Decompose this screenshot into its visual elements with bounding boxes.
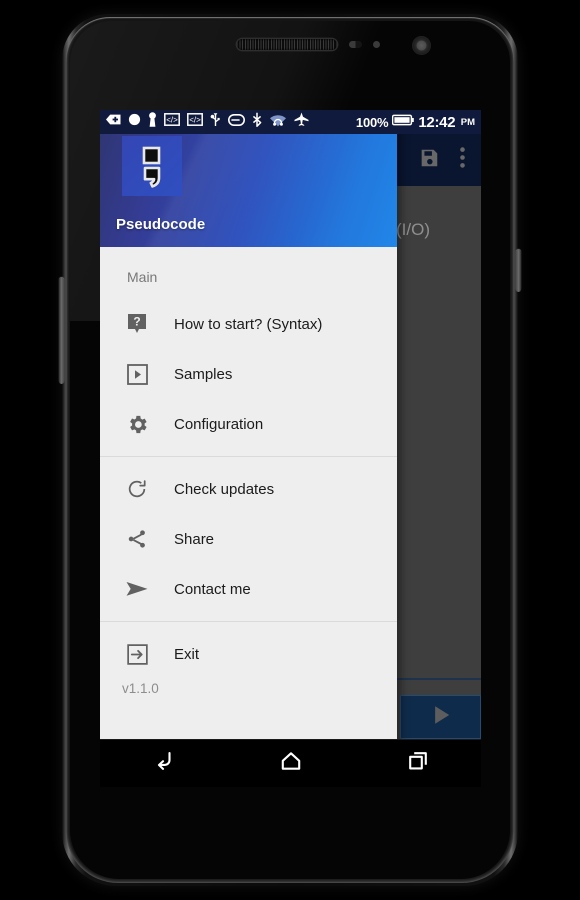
drawer-item-label: Samples — [174, 365, 233, 383]
back-arrow-icon — [106, 113, 121, 131]
key-icon — [148, 112, 157, 132]
drawer-item-how-to-start[interactable]: ? How to start? (Syntax) — [100, 299, 397, 349]
drawer-item-contact-me[interactable]: Contact me — [100, 564, 397, 614]
drawer-item-exit[interactable]: Exit — [100, 629, 397, 679]
send-paper-plane-icon — [122, 578, 152, 600]
airplane-mode-icon — [294, 112, 309, 132]
drawer-item-check-updates[interactable]: Check updates — [100, 464, 397, 514]
drawer-item-label: Exit — [174, 645, 200, 663]
status-bar-left-icons: </> </> — [100, 112, 356, 132]
wifi-headphones-icon — [269, 113, 287, 132]
status-clock-period: PM — [460, 116, 475, 128]
drawer-item-label: Check updates — [174, 480, 275, 498]
update-refresh-icon — [122, 478, 152, 500]
drawer-divider — [100, 621, 397, 622]
status-bar: </> </> 100% 12:42 PM — [100, 110, 481, 134]
status-clock: 12:42 — [418, 113, 456, 131]
svg-text:?: ? — [133, 315, 140, 329]
circle-icon — [128, 113, 141, 131]
semicolon-logo-icon — [122, 136, 182, 196]
power-button[interactable] — [516, 250, 521, 292]
usb-icon — [210, 112, 221, 132]
navigation-drawer: Pseudocode Main ? How to start? (Syntax) — [100, 110, 397, 786]
volume-rocker-button[interactable] — [59, 278, 64, 384]
share-icon — [122, 528, 152, 550]
drawer-item-label: Configuration — [174, 415, 264, 433]
svg-text:</>: </> — [189, 116, 201, 125]
back-icon — [151, 748, 177, 779]
home-icon — [278, 748, 304, 779]
gear-icon — [122, 413, 152, 436]
drawer-item-configuration[interactable]: Configuration — [100, 399, 397, 449]
drawer-menu-list: Main ? How to start? (Syntax) Samples Co… — [100, 247, 397, 786]
proximity-sensor — [349, 41, 362, 48]
drawer-item-samples[interactable]: Samples — [100, 349, 397, 399]
android-navigation-bar — [100, 739, 481, 787]
developer-code-alt-icon: </> — [187, 113, 203, 131]
battery-saver-icon — [228, 113, 245, 131]
app-version-label: v1.1.0 — [122, 681, 159, 696]
drawer-app-title: Pseudocode — [116, 216, 206, 233]
drawer-item-label: Share — [174, 530, 215, 548]
help-question-icon: ? — [122, 313, 152, 335]
developer-code-icon: </> — [164, 113, 180, 131]
drawer-section-title: Main — [127, 269, 158, 285]
drawer-item-label: Contact me — [174, 580, 251, 598]
play-box-icon — [122, 363, 152, 385]
bluetooth-icon — [252, 112, 262, 132]
earpiece-speaker — [237, 39, 337, 50]
svg-text:</>: </> — [166, 116, 178, 125]
light-sensor — [373, 41, 380, 48]
drawer-item-share[interactable]: Share — [100, 514, 397, 564]
battery-percent-label: 100% — [355, 114, 389, 130]
exit-logout-icon — [122, 643, 152, 665]
nav-back-button[interactable] — [136, 740, 192, 787]
recents-icon — [405, 748, 431, 779]
drawer-item-label: How to start? (Syntax) — [174, 315, 323, 333]
nav-recents-button[interactable] — [390, 740, 446, 787]
front-camera — [412, 36, 431, 55]
status-bar-right: 100% 12:42 PM — [356, 113, 481, 131]
drawer-divider — [100, 456, 397, 457]
nav-home-button[interactable] — [263, 740, 319, 787]
battery-full-icon — [392, 113, 415, 131]
phone-screen: (I/O) Pseudocode Main ? How to start? (S… — [100, 110, 481, 786]
